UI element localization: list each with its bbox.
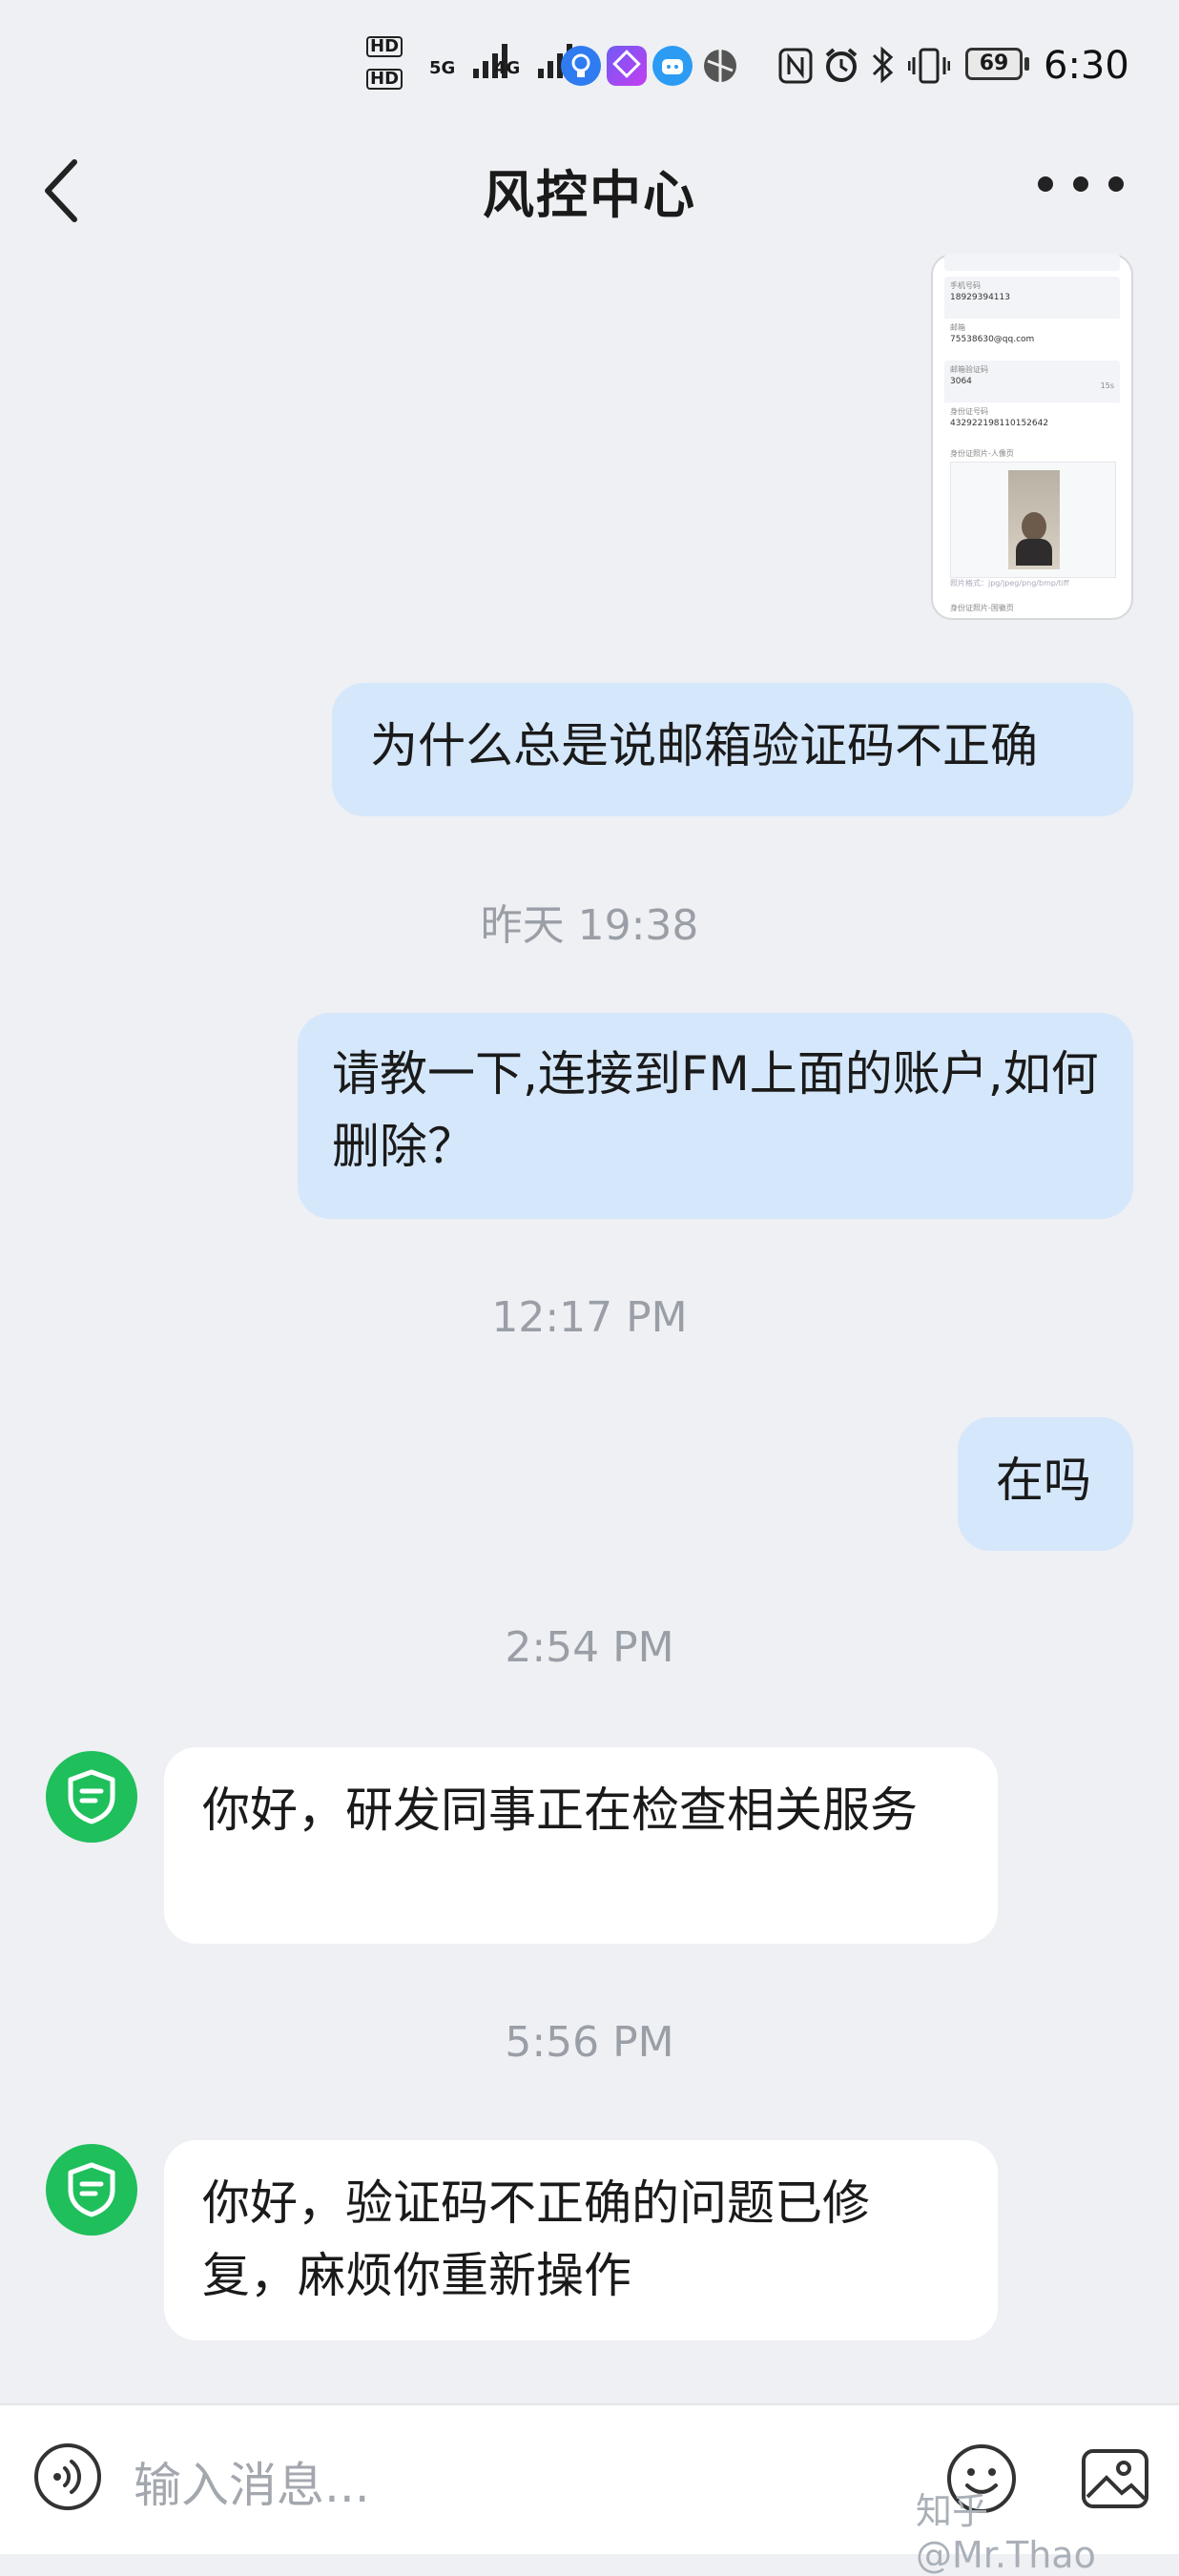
thumb-label-phone: 手机号码	[950, 281, 981, 290]
battery-level: 69	[965, 48, 1023, 80]
alarm-icon	[822, 46, 860, 84]
thumb-value-phone: 18929394113	[950, 293, 1010, 302]
message-text: 请教一下,连接到FM上面的账户,如何删除？	[332, 1046, 1099, 1174]
thumb-label-photo: 身份证照片-人像页	[950, 449, 1014, 458]
message-text: 在吗	[996, 1453, 1091, 1508]
lightbulb-app-icon	[561, 46, 601, 86]
battery-icon: 69	[965, 48, 1032, 82]
id-photo	[950, 462, 1116, 578]
page-title: 风控中心	[483, 165, 696, 225]
thumb-resend: 15s	[1100, 381, 1114, 390]
thumb-value-email: 75538630@qq.com	[950, 335, 1035, 344]
avatar[interactable]	[46, 1751, 137, 1843]
header: 风控中心	[0, 134, 1179, 238]
message-bubble-theirs[interactable]: 你好，研发同事正在检查相关服务	[164, 1747, 998, 1944]
message-input[interactable]: 输入消息...	[134, 2447, 370, 2516]
sent-screenshot[interactable]: 手机号码 18929394113 邮箱 75538630@qq.com 邮箱验证…	[931, 254, 1133, 620]
vibrate-icon	[907, 46, 951, 86]
hd-icon-2: HD	[366, 69, 403, 90]
message-text: 你好，验证码不正确的问题已修复，麻烦你重新操作	[202, 2175, 870, 2303]
thumb-footer: 身份证照片-国徽页	[950, 604, 1014, 612]
message-bubble-mine[interactable]: 为什么总是说邮箱验证码不正确	[332, 683, 1133, 816]
input-bar: 输入消息... 知乎 @Mr.Thao	[0, 2403, 1179, 2576]
thumb-value-id: 432922198110152642	[950, 419, 1049, 428]
shield-icon	[68, 2162, 115, 2217]
hd-icon: HD	[366, 36, 403, 57]
nfc-icon	[778, 48, 813, 84]
message-text: 为什么总是说邮箱验证码不正确	[370, 718, 1038, 773]
thumb-value-code: 3064	[950, 377, 972, 386]
thumb-label-email: 邮箱	[950, 323, 965, 332]
more-icon	[1038, 176, 1053, 192]
more-button[interactable]	[1038, 176, 1124, 199]
avatar[interactable]	[46, 2144, 137, 2236]
timestamp: 2:54 PM	[505, 1623, 674, 1672]
watermark: 知乎 @Mr.Thao	[916, 2490, 1096, 2576]
shield-icon	[68, 1769, 115, 1824]
timestamp: 昨天 19:38	[480, 901, 699, 950]
message-bubble-theirs[interactable]: 你好，验证码不正确的问题已修复，麻烦你重新操作	[164, 2140, 998, 2340]
bluetooth-icon	[870, 44, 897, 86]
message-bubble-mine[interactable]: 在吗	[958, 1417, 1133, 1551]
message-text: 你好，研发同事正在检查相关服务	[202, 1783, 918, 1838]
message-bubble-mine[interactable]: 请教一下,连接到FM上面的账户,如何删除？	[298, 1013, 1133, 1219]
timestamp: 12:17 PM	[491, 1293, 688, 1342]
thumb-label-id: 身份证号码	[950, 407, 988, 416]
browser-icon	[700, 46, 740, 86]
thumb-label-code: 邮箱验证码	[950, 365, 988, 374]
app-icon	[607, 46, 647, 86]
clock: 6:30	[1044, 44, 1129, 88]
timestamp: 5:56 PM	[505, 2018, 674, 2067]
voice-button[interactable]	[32, 2442, 103, 2512]
status-bar: HD HD 5G 4G 69 6:30	[0, 0, 1179, 134]
voice-icon	[34, 2443, 101, 2510]
thumb-hint: 照片格式：jpg/jpeg/png/bmp/tiff	[950, 579, 1069, 587]
robot-app-icon	[652, 46, 693, 86]
